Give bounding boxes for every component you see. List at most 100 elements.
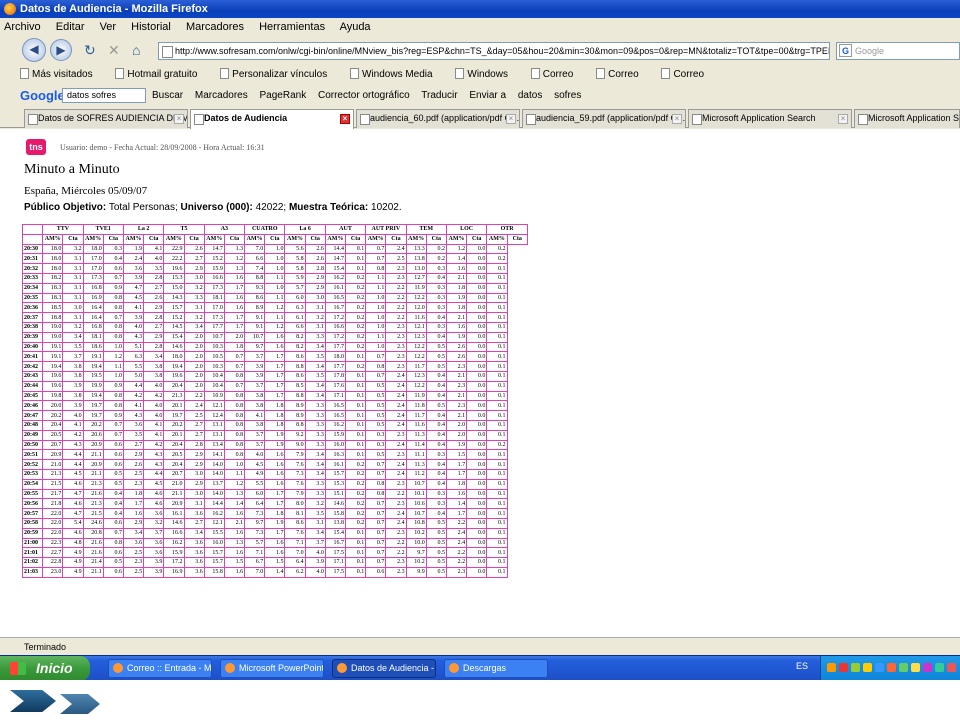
value-cell: 7.0 — [244, 243, 266, 255]
spellcheck-button[interactable]: Corrector ortográfico — [318, 90, 410, 101]
value-cell: 0.3 — [425, 282, 447, 294]
menu-herramientas[interactable]: Herramientas — [259, 21, 325, 33]
value-cell: 16.6 — [163, 527, 185, 539]
task-correo[interactable]: Correo :: Entrada - M... — [108, 659, 212, 678]
pagerank-indicator[interactable]: PageRank — [260, 90, 307, 101]
value-cell: 0.2 — [344, 331, 367, 343]
value-cell: 1.6 — [223, 292, 246, 304]
bookmark-item[interactable]: Correo — [596, 68, 649, 80]
menu-ver[interactable]: Ver — [100, 21, 117, 33]
value-cell: 14.6 — [324, 498, 347, 510]
value-cell: 0.3 — [102, 243, 124, 255]
value-cell: 3.2 — [183, 312, 205, 323]
close-tab-icon[interactable]: × — [174, 114, 184, 124]
tray-icon[interactable] — [923, 663, 932, 672]
google-search-button[interactable]: Buscar — [152, 90, 183, 101]
menu-marcadores[interactable]: Marcadores — [186, 21, 244, 33]
tray-icon[interactable] — [839, 663, 848, 672]
google-query-input[interactable]: datos sofres — [62, 88, 146, 103]
metric-header: Cta — [304, 233, 326, 245]
google-bookmarks-button[interactable]: Marcadores — [195, 90, 248, 101]
value-cell: 0.6 — [102, 459, 124, 470]
tray-icon[interactable] — [887, 663, 896, 672]
value-cell: 3.0 — [183, 488, 205, 500]
bookmark-item[interactable]: Correo — [661, 68, 714, 80]
menu-historial[interactable]: Historial — [131, 21, 171, 33]
bookmark-item[interactable]: Windows Media — [350, 68, 443, 80]
tray-icon[interactable] — [875, 663, 884, 672]
task-powerpoint[interactable]: Microsoft PowerPoint ... — [220, 659, 324, 678]
tray-icon[interactable] — [947, 663, 956, 672]
slide-background — [0, 680, 960, 720]
value-cell: 17.8 — [324, 370, 347, 382]
value-cell: 1.8 — [445, 282, 468, 294]
send-to-button[interactable]: Enviar a — [469, 90, 506, 101]
value-cell: 2.0 — [183, 331, 205, 343]
tab-microsoft-search-1[interactable]: Microsoft Application Search × — [688, 109, 852, 128]
close-tab-icon[interactable]: × — [340, 114, 350, 124]
close-tab-icon[interactable]: × — [838, 114, 848, 124]
value-cell: 20.4 — [163, 459, 185, 470]
close-tab-icon[interactable]: × — [506, 114, 516, 124]
channel-header: CUATRO — [244, 224, 286, 235]
value-cell: 2.4 — [385, 390, 407, 402]
value-cell: 20.4 — [163, 439, 185, 451]
search-input[interactable]: G Google — [836, 42, 960, 60]
value-cell: 1.4 — [445, 498, 468, 510]
value-cell: 2.2 — [385, 312, 407, 323]
back-button[interactable]: ◀ — [22, 38, 46, 62]
value-cell: 17.0 — [82, 253, 104, 265]
tray-icon[interactable] — [827, 663, 836, 672]
menu-archivo[interactable]: Archivo — [4, 21, 41, 33]
channel-header: AUT PRIV — [365, 224, 407, 235]
value-cell: 2.3 — [385, 351, 407, 363]
menu-ayuda[interactable]: Ayuda — [340, 21, 371, 33]
close-tab-icon[interactable]: × — [672, 114, 682, 124]
tab-microsoft-search-2[interactable]: Microsoft Application Search — [854, 109, 960, 128]
value-cell: 0.0 — [466, 557, 488, 568]
task-descargas[interactable]: Descargas — [444, 659, 548, 678]
language-indicator[interactable]: ES — [796, 661, 808, 671]
time-cell: 20:32 — [21, 263, 44, 274]
tray-icon[interactable] — [935, 663, 944, 672]
tab-audiencia-60-pdf[interactable]: audiencia_60.pdf (application/pdf O... × — [356, 109, 520, 128]
menu-editar[interactable]: Editar — [56, 21, 85, 33]
bookmark-item[interactable]: Windows — [455, 68, 518, 80]
tab-sofres-audiencia[interactable]: Datos de SOFRES AUDIENCIA DE M... × — [24, 109, 188, 128]
value-cell: 0.3 — [425, 498, 447, 510]
reload-icon[interactable]: ↻ — [84, 41, 96, 59]
metric-header: Cta — [385, 233, 407, 245]
metric-header: Cta — [466, 233, 488, 245]
value-cell: 1.7 — [223, 321, 246, 333]
table-row: 20:33 18.2 3.1 17.3 0.7 3.9 2.8 15.3 3.0 16.6 1.6 8… — [21, 272, 528, 284]
tray-icon[interactable] — [911, 663, 920, 672]
stop-icon[interactable]: ✕ — [108, 41, 120, 59]
bookmark-item[interactable]: Personalizar vínculos — [220, 68, 337, 80]
highlight-sofres-button[interactable]: sofres — [554, 90, 581, 101]
tray-icon[interactable] — [863, 663, 872, 672]
tab-datos-audiencia[interactable]: Datos de Audiencia × — [190, 109, 354, 129]
bookmark-item[interactable]: Más visitados — [20, 68, 103, 80]
tray-icon[interactable] — [899, 663, 908, 672]
table-row: 20:31 18.0 3.1 17.0 0.4 2.4 4.0 22.2 2.7 15.2 1.2 6… — [21, 253, 528, 265]
value-cell: 5.8 — [284, 263, 306, 274]
url-bar[interactable]: http://www.sofresam.com/onlw/cgi-bin/onl… — [158, 42, 830, 60]
forward-button[interactable]: ▶ — [50, 39, 72, 61]
value-cell: 0.0 — [466, 292, 488, 304]
value-cell: 16.8 — [82, 282, 104, 294]
value-cell: 4.1 — [244, 410, 266, 421]
bookmark-item[interactable]: Correo — [530, 68, 584, 80]
task-datos-audiencia[interactable]: Datos de Audiencia - ... — [332, 659, 436, 678]
value-cell: 0.2 — [486, 243, 508, 255]
home-icon[interactable]: ⌂ — [132, 41, 140, 59]
value-cell: 3.9 — [143, 557, 165, 568]
start-button[interactable]: Inicio — [0, 656, 90, 680]
value-cell: 1.7 — [223, 282, 246, 294]
value-cell: 3.3 — [304, 429, 326, 441]
value-cell: 3.4 — [122, 527, 145, 539]
tray-icon[interactable] — [851, 663, 860, 672]
translate-button[interactable]: Traducir — [421, 90, 457, 101]
bookmark-item[interactable]: Hotmail gratuito — [115, 68, 207, 80]
tab-audiencia-59-pdf[interactable]: audiencia_59.pdf (application/pdf O... × — [522, 109, 686, 128]
highlight-datos-button[interactable]: datos — [518, 90, 542, 101]
